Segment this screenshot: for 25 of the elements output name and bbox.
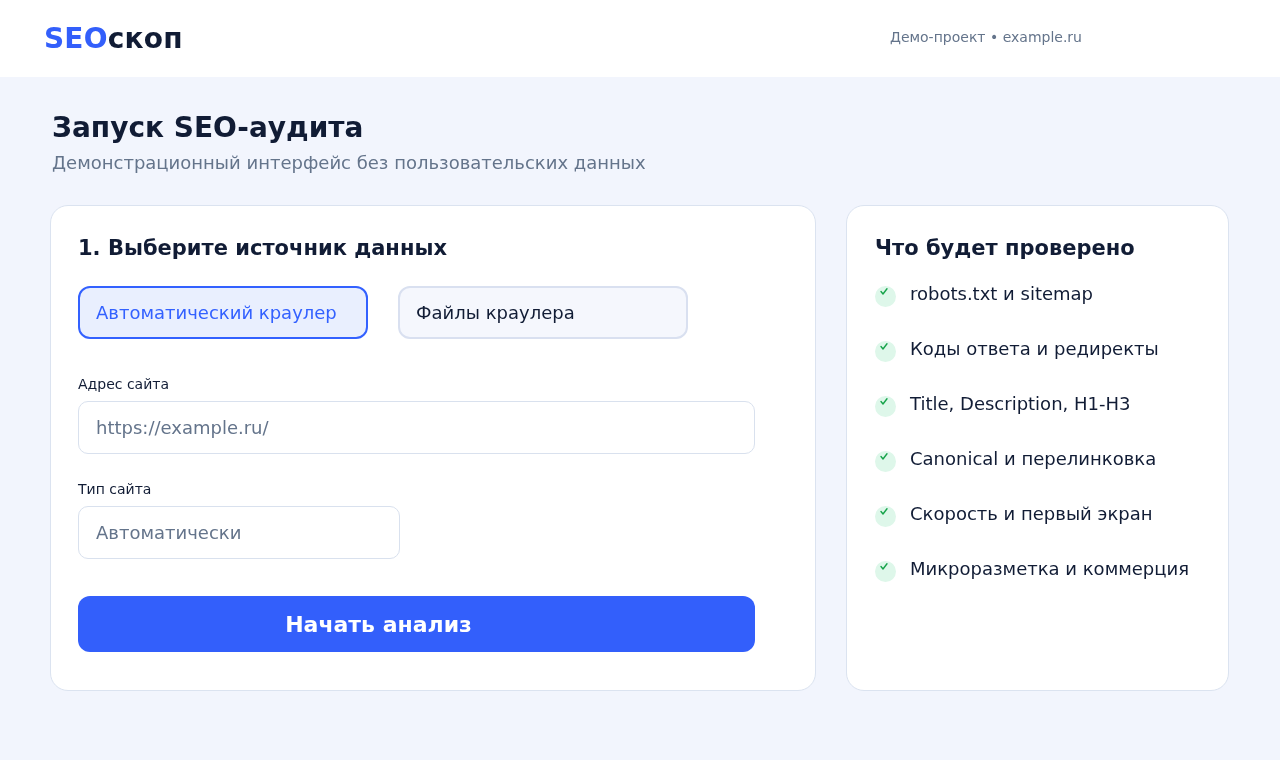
- check-item: Микроразметка и коммерция: [910, 557, 1190, 581]
- card-title: Что будет проверено: [875, 235, 1136, 262]
- check-item: Скорость и первый экран: [910, 502, 1153, 526]
- page-title: Запуск SEO-аудита: [52, 111, 365, 145]
- field-label: Тип сайта: [78, 480, 152, 498]
- check-icon: [875, 450, 896, 472]
- check-icon: [875, 505, 896, 527]
- source-tab[interactable]: Файлы краулера: [398, 286, 688, 339]
- check-item: robots.txt и sitemap: [910, 282, 1094, 306]
- logo: SEOскоп: [44, 22, 183, 55]
- check-icon: [875, 395, 896, 417]
- check-item: Коды ответа и редиректы: [910, 337, 1159, 361]
- type-input-field[interactable]: Автоматически: [78, 506, 400, 559]
- card-title: 1. Выберите источник данных: [78, 235, 448, 262]
- project-label: Демо-проект • example.ru: [889, 28, 1082, 45]
- check-icon: [875, 560, 896, 582]
- field-label: Адрес сайта: [78, 375, 169, 393]
- check-icon: [875, 340, 896, 362]
- page-subtitle: Демонстрационный интерфейс без пользовательских данных: [52, 151, 647, 175]
- start-analysis-button[interactable]: Начать анализ: [78, 596, 755, 652]
- url-input-field[interactable]: https://example.ru/: [78, 401, 755, 454]
- check-item: Title, Description, H1-H3: [910, 392, 1131, 416]
- check-item: Canonical и перелинковка: [910, 447, 1157, 471]
- source-tab[interactable]: Автоматический краулер: [78, 286, 368, 339]
- check-icon: [875, 285, 896, 307]
